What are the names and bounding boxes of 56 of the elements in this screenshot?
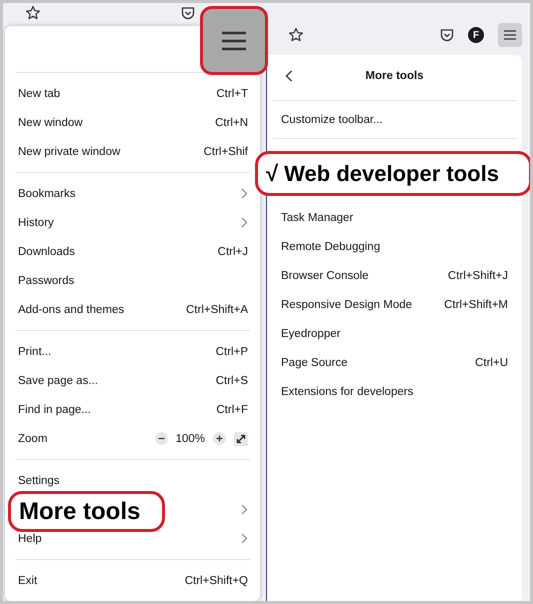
menu-icon [222, 30, 246, 50]
menu-item[interactable]: Bookmarks [18, 188, 76, 200]
menu-item[interactable]: Exit [18, 574, 38, 586]
shortcut-text: Ctrl+Shif [204, 146, 248, 158]
menu-item[interactable]: Save page as... [18, 374, 98, 386]
menu-item[interactable]: New tab [18, 88, 60, 100]
zoom-level[interactable]: 100% [176, 432, 205, 444]
chevron-icon [241, 504, 248, 515]
menu-item[interactable]: Add-ons and themes [18, 304, 124, 316]
star-icon[interactable] [288, 27, 304, 43]
shortcut-text: Ctrl+Shift+A [186, 304, 248, 316]
menu-item[interactable]: Help [18, 532, 42, 544]
shortcut-text: Ctrl+Shift+M [444, 298, 508, 310]
shortcut-text: Ctrl+F [216, 404, 248, 416]
fullscreen-icon[interactable] [234, 432, 248, 446]
chevron-icon [241, 188, 248, 199]
menu-item[interactable]: New private window [18, 146, 120, 158]
panel-title: More tools [364, 70, 425, 82]
menu-button[interactable] [200, 6, 268, 75]
shortcut-text: Ctrl+N [215, 116, 248, 128]
zoom-out-icon[interactable] [154, 432, 168, 445]
menu-item[interactable]: Zoom [18, 432, 48, 444]
menu-item[interactable]: Responsive Design Mode [281, 298, 412, 310]
menu-item[interactable]: Page Source [281, 356, 348, 368]
menu-item[interactable]: Extensions for developers [281, 386, 414, 398]
pocket-icon[interactable] [181, 6, 195, 20]
pocket-icon[interactable] [440, 28, 454, 42]
menu-item[interactable]: Find in page... [18, 404, 91, 416]
menu-item[interactable]: Print... [18, 346, 52, 358]
account-avatar[interactable]: F [468, 27, 484, 43]
shortcut-text: Ctrl+J [218, 246, 248, 258]
menu-item[interactable]: Browser Console [281, 270, 369, 282]
menu-item[interactable]: Remote Debugging [281, 240, 380, 252]
menu-button[interactable] [498, 23, 522, 47]
menu-item[interactable]: Task Manager [281, 212, 354, 224]
chevron-icon [241, 217, 248, 228]
menu-item[interactable]: New window [18, 116, 83, 128]
shortcut-text: Ctrl+Shift+Q [184, 574, 248, 586]
menu-item[interactable]: Downloads [18, 246, 75, 258]
chevron-icon [241, 533, 248, 544]
shortcut-text: Ctrl+T [216, 88, 248, 100]
zoom-in-icon[interactable] [213, 432, 226, 445]
callout-label: √ Web developer tools [255, 151, 530, 196]
menu-item[interactable]: Eyedropper [281, 328, 340, 340]
callout-label: More tools [8, 491, 165, 532]
shortcut-text: Ctrl+P [216, 346, 248, 358]
shortcut-text: Ctrl+U [475, 356, 508, 368]
menu-item[interactable]: Settings [18, 474, 60, 486]
menu-item[interactable]: Customize toolbar... [281, 114, 383, 126]
shortcut-text: Ctrl+Shift+J [448, 270, 508, 282]
star-icon[interactable] [25, 5, 41, 21]
menu-item[interactable]: Passwords [18, 274, 74, 286]
back-icon[interactable] [285, 70, 293, 82]
menu-item[interactable]: History [18, 216, 54, 228]
menu-icon [504, 30, 516, 40]
shortcut-text: Ctrl+S [216, 374, 248, 386]
